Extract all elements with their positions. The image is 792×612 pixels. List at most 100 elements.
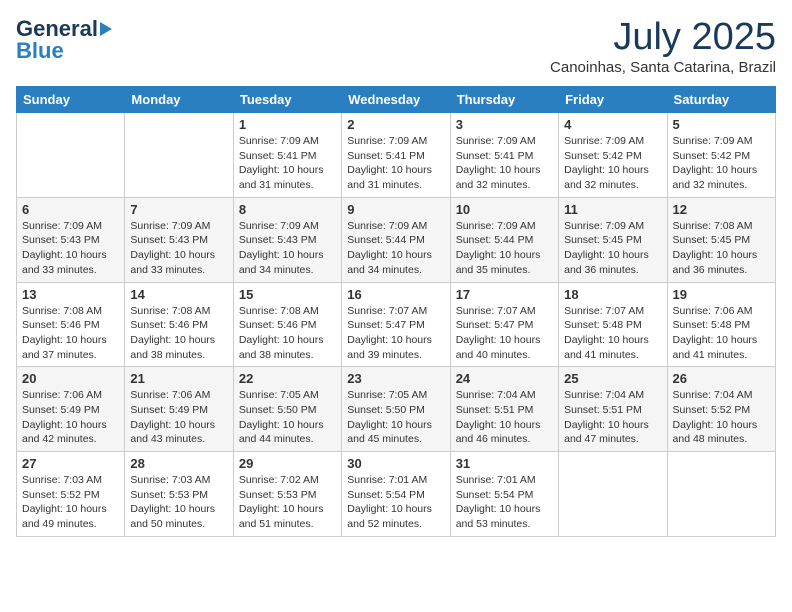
col-thursday: Thursday xyxy=(450,87,558,113)
calendar-week-row: 20 Sunrise: 7:06 AMSunset: 5:49 PMDayligh… xyxy=(17,367,776,452)
cell-info: Sunrise: 7:03 AMSunset: 5:53 PMDaylight:… xyxy=(130,474,215,530)
day-number: 12 xyxy=(673,202,770,217)
table-row: 7Sunrise: 7:09 AMSunset: 5:43 PMDaylight… xyxy=(125,197,233,282)
calendar-week-row: 6Sunrise: 7:09 AMSunset: 5:43 PMDaylight… xyxy=(17,197,776,282)
day-number: 9 xyxy=(347,202,444,217)
cell-info: Sunrise: 7:04 AMSunset: 5:51 PMDaylight:… xyxy=(456,389,541,445)
table-row: 24 Sunrise: 7:04 AMSunset: 5:51 PMDayligh… xyxy=(450,367,558,452)
cell-info: Sunrise: 7:04 AMSunset: 5:51 PMDaylight:… xyxy=(564,389,649,445)
calendar-header-row: Sunday Monday Tuesday Wednesday Thursday… xyxy=(17,87,776,113)
col-sunday: Sunday xyxy=(17,87,125,113)
cell-info: Sunrise: 7:09 AMSunset: 5:41 PMDaylight:… xyxy=(456,135,541,191)
logo: General Blue xyxy=(16,16,112,64)
table-row: 13 Sunrise: 7:08 AMSunset: 5:46 PMDayligh… xyxy=(17,282,125,367)
table-row xyxy=(559,452,667,537)
cell-info: Sunrise: 7:09 AMSunset: 5:43 PMDaylight:… xyxy=(130,220,215,276)
table-row: 31Sunrise: 7:01 AMSunset: 5:54 PMDayligh… xyxy=(450,452,558,537)
day-number: 30 xyxy=(347,456,444,471)
day-number: 8 xyxy=(239,202,336,217)
table-row: 19 Sunrise: 7:06 AMSunset: 5:48 PMDayligh… xyxy=(667,282,775,367)
day-number: 22 xyxy=(239,371,336,386)
day-number: 17 xyxy=(456,287,553,302)
table-row xyxy=(667,452,775,537)
cell-info: Sunrise: 7:08 AMSunset: 5:46 PMDaylight:… xyxy=(130,305,215,361)
cell-info: Sunrise: 7:06 AMSunset: 5:49 PMDaylight:… xyxy=(22,389,107,445)
cell-info: Sunrise: 7:09 AMSunset: 5:43 PMDaylight:… xyxy=(22,220,107,276)
table-row: 14 Sunrise: 7:08 AMSunset: 5:46 PMDayligh… xyxy=(125,282,233,367)
day-number: 18 xyxy=(564,287,661,302)
day-number: 4 xyxy=(564,117,661,132)
table-row: 25 Sunrise: 7:04 AMSunset: 5:51 PMDayligh… xyxy=(559,367,667,452)
table-row: 28 Sunrise: 7:03 AMSunset: 5:53 PMDayligh… xyxy=(125,452,233,537)
table-row: 12 Sunrise: 7:08 AMSunset: 5:45 PMDayligh… xyxy=(667,197,775,282)
table-row: 18 Sunrise: 7:07 AMSunset: 5:48 PMDayligh… xyxy=(559,282,667,367)
month-title: July 2025 xyxy=(550,16,776,59)
table-row: 10Sunrise: 7:09 AMSunset: 5:44 PMDayligh… xyxy=(450,197,558,282)
table-row: 29 Sunrise: 7:02 AMSunset: 5:53 PMDayligh… xyxy=(233,452,341,537)
day-number: 26 xyxy=(673,371,770,386)
day-number: 14 xyxy=(130,287,227,302)
day-number: 23 xyxy=(347,371,444,386)
col-monday: Monday xyxy=(125,87,233,113)
table-row: 5Sunrise: 7:09 AMSunset: 5:42 PMDaylight… xyxy=(667,113,775,198)
table-row: 27Sunrise: 7:03 AMSunset: 5:52 PMDayligh… xyxy=(17,452,125,537)
cell-info: Sunrise: 7:03 AMSunset: 5:52 PMDaylight:… xyxy=(22,474,107,530)
table-row: 17 Sunrise: 7:07 AMSunset: 5:47 PMDayligh… xyxy=(450,282,558,367)
cell-info: Sunrise: 7:07 AMSunset: 5:47 PMDaylight:… xyxy=(347,305,432,361)
col-saturday: Saturday xyxy=(667,87,775,113)
table-row: 20 Sunrise: 7:06 AMSunset: 5:49 PMDayligh… xyxy=(17,367,125,452)
cell-info: Sunrise: 7:01 AMSunset: 5:54 PMDaylight:… xyxy=(347,474,432,530)
table-row: 22 Sunrise: 7:05 AMSunset: 5:50 PMDayligh… xyxy=(233,367,341,452)
cell-info: Sunrise: 7:09 AMSunset: 5:43 PMDaylight:… xyxy=(239,220,324,276)
logo-blue: Blue xyxy=(16,38,64,64)
day-number: 15 xyxy=(239,287,336,302)
table-row: 3 Sunrise: 7:09 AMSunset: 5:41 PMDaylight… xyxy=(450,113,558,198)
table-row: 15 Sunrise: 7:08 AMSunset: 5:46 PMDayligh… xyxy=(233,282,341,367)
calendar-week-row: 27Sunrise: 7:03 AMSunset: 5:52 PMDayligh… xyxy=(17,452,776,537)
table-row xyxy=(125,113,233,198)
day-number: 21 xyxy=(130,371,227,386)
table-row: 8 Sunrise: 7:09 AMSunset: 5:43 PMDaylight… xyxy=(233,197,341,282)
day-number: 19 xyxy=(673,287,770,302)
cell-info: Sunrise: 7:08 AMSunset: 5:45 PMDaylight:… xyxy=(673,220,758,276)
cell-info: Sunrise: 7:02 AMSunset: 5:53 PMDaylight:… xyxy=(239,474,324,530)
day-number: 2 xyxy=(347,117,444,132)
day-number: 20 xyxy=(22,371,119,386)
cell-info: Sunrise: 7:06 AMSunset: 5:48 PMDaylight:… xyxy=(673,305,758,361)
cell-info: Sunrise: 7:09 AMSunset: 5:42 PMDaylight:… xyxy=(673,135,758,191)
table-row: 2 Sunrise: 7:09 AMSunset: 5:41 PMDaylight… xyxy=(342,113,450,198)
cell-info: Sunrise: 7:07 AMSunset: 5:48 PMDaylight:… xyxy=(564,305,649,361)
day-number: 1 xyxy=(239,117,336,132)
cell-info: Sunrise: 7:09 AMSunset: 5:44 PMDaylight:… xyxy=(347,220,432,276)
table-row: 4 Sunrise: 7:09 AMSunset: 5:42 PMDaylight… xyxy=(559,113,667,198)
title-block: July 2025 Canoinhas, Santa Catarina, Bra… xyxy=(550,16,776,76)
table-row: 16 Sunrise: 7:07 AMSunset: 5:47 PMDayligh… xyxy=(342,282,450,367)
day-number: 3 xyxy=(456,117,553,132)
cell-info: Sunrise: 7:04 AMSunset: 5:52 PMDaylight:… xyxy=(673,389,758,445)
calendar-table: Sunday Monday Tuesday Wednesday Thursday… xyxy=(16,86,776,537)
cell-info: Sunrise: 7:06 AMSunset: 5:49 PMDaylight:… xyxy=(130,389,215,445)
logo-arrow-icon xyxy=(100,22,112,36)
table-row: 26 Sunrise: 7:04 AMSunset: 5:52 PMDayligh… xyxy=(667,367,775,452)
day-number: 28 xyxy=(130,456,227,471)
day-number: 25 xyxy=(564,371,661,386)
table-row: 9 Sunrise: 7:09 AMSunset: 5:44 PMDaylight… xyxy=(342,197,450,282)
cell-info: Sunrise: 7:09 AMSunset: 5:41 PMDaylight:… xyxy=(347,135,432,191)
day-number: 13 xyxy=(22,287,119,302)
day-number: 29 xyxy=(239,456,336,471)
col-friday: Friday xyxy=(559,87,667,113)
cell-info: Sunrise: 7:08 AMSunset: 5:46 PMDaylight:… xyxy=(22,305,107,361)
table-row: 30 Sunrise: 7:01 AMSunset: 5:54 PMDayligh… xyxy=(342,452,450,537)
cell-info: Sunrise: 7:01 AMSunset: 5:54 PMDaylight:… xyxy=(456,474,541,530)
col-wednesday: Wednesday xyxy=(342,87,450,113)
cell-info: Sunrise: 7:09 AMSunset: 5:42 PMDaylight:… xyxy=(564,135,649,191)
page-header: General Blue July 2025 Canoinhas, Santa … xyxy=(16,16,776,76)
day-number: 16 xyxy=(347,287,444,302)
calendar-week-row: 13 Sunrise: 7:08 AMSunset: 5:46 PMDayligh… xyxy=(17,282,776,367)
cell-info: Sunrise: 7:07 AMSunset: 5:47 PMDaylight:… xyxy=(456,305,541,361)
day-number: 24 xyxy=(456,371,553,386)
cell-info: Sunrise: 7:08 AMSunset: 5:46 PMDaylight:… xyxy=(239,305,324,361)
table-row: 21 Sunrise: 7:06 AMSunset: 5:49 PMDayligh… xyxy=(125,367,233,452)
cell-info: Sunrise: 7:05 AMSunset: 5:50 PMDaylight:… xyxy=(239,389,324,445)
cell-info: Sunrise: 7:09 AMSunset: 5:41 PMDaylight:… xyxy=(239,135,324,191)
